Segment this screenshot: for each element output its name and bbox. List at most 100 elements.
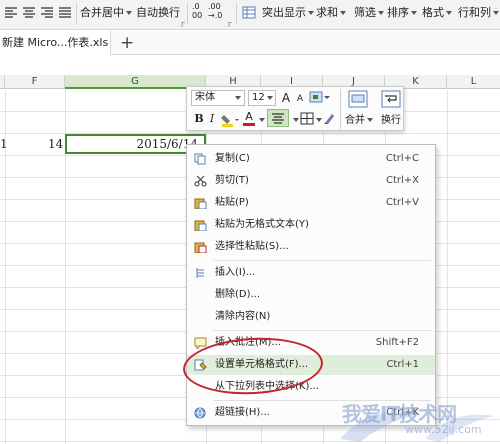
wrap-label: 换行 xyxy=(381,115,401,126)
font-size-value: 12 xyxy=(252,92,265,103)
column-header-l[interactable]: L xyxy=(447,75,500,89)
add-tab-button[interactable]: + xyxy=(120,33,134,53)
menu-item-shortcut: Ctrl+C xyxy=(385,153,419,164)
chevron-down-icon xyxy=(126,11,132,15)
italic-button[interactable]: I xyxy=(207,111,217,127)
menu-item-shortcut: Ctrl+1 xyxy=(386,359,419,370)
wrap-text-icon[interactable] xyxy=(381,90,401,108)
rows-cols-button[interactable]: 行和列 xyxy=(458,5,499,21)
grow-font-button[interactable]: A xyxy=(279,90,293,106)
font-name-value: 宋体 xyxy=(195,92,215,103)
chevron-down-icon xyxy=(308,11,314,15)
align-center-icon xyxy=(272,113,284,124)
chevron-down-icon[interactable] xyxy=(316,118,322,122)
menu-item-label: 选择性粘贴(S)... xyxy=(215,241,289,252)
decrease-decimal-button[interactable]: .00 →.0 xyxy=(208,2,223,20)
borders-icon[interactable] xyxy=(300,112,314,125)
tab-document[interactable]: 新建 Micro...作表.xls * xyxy=(0,31,111,55)
filter-label: 筛选 xyxy=(354,6,376,19)
rows-cols-label: 行和列 xyxy=(458,6,491,19)
sort-button[interactable]: 排序 xyxy=(387,5,417,21)
format-button[interactable]: 格式 xyxy=(422,5,452,21)
align-left-icon[interactable] xyxy=(4,6,18,19)
filter-button[interactable]: 筛选 xyxy=(354,5,384,21)
merge-label: 合并 xyxy=(345,115,365,126)
menu-item-label: 超链接(H)... xyxy=(215,407,270,418)
wrap-button[interactable]: 换行 xyxy=(378,113,404,129)
increase-decimal-button[interactable]: .0 00 xyxy=(192,2,202,20)
decrease-decimal-label-2: →.0 xyxy=(208,11,223,20)
cell-f-value[interactable]: 14 xyxy=(48,137,63,151)
copy-icon xyxy=(194,153,206,165)
chevron-down-icon xyxy=(411,11,417,15)
shrink-font-button[interactable]: A xyxy=(294,91,306,107)
column-header-g[interactable]: G xyxy=(65,75,206,89)
menu-item-cut[interactable]: 剪切(T) Ctrl+X xyxy=(187,171,435,191)
sum-label: 求和 xyxy=(316,6,338,19)
font-color-button[interactable]: A xyxy=(243,110,255,126)
align-center-button[interactable] xyxy=(267,109,289,127)
group-dialog-launcher[interactable]: Γ xyxy=(228,21,232,29)
menu-item-clear[interactable]: 清除内容(N) xyxy=(187,307,435,327)
distribute-icon[interactable] xyxy=(58,6,72,19)
document-tab-bar: 新建 Micro...作表.xls * + xyxy=(0,31,500,55)
ribbon-toolbar: 合并居中 自动换行 Γ .0 00 .00 →.0 Γ 突出显示 求和 筛选 排序 … xyxy=(0,0,500,30)
font-name-select[interactable]: 宋体 xyxy=(191,90,245,106)
fill-color-icon[interactable] xyxy=(221,113,241,127)
italic-label: I xyxy=(209,112,215,125)
highlight-label: 突出显示 xyxy=(262,6,306,19)
menu-item-paste-plain[interactable]: 粘贴为无格式文本(Y) xyxy=(187,215,435,235)
menu-item-label: 删除(D)... xyxy=(215,289,261,300)
paste-icon xyxy=(194,198,207,209)
menu-item-shortcut: Ctrl+X xyxy=(385,175,419,186)
decrease-decimal-label: .00 xyxy=(208,2,221,11)
chevron-down-icon xyxy=(235,96,241,100)
chevron-down-icon xyxy=(340,11,346,15)
wrap-text-label: 自动换行 xyxy=(136,6,180,19)
format-painter-icon[interactable] xyxy=(309,91,331,105)
paste-text-icon xyxy=(194,220,207,231)
watermark-url: www.52ij.com xyxy=(405,423,482,436)
chevron-down-icon[interactable] xyxy=(259,118,265,122)
menu-item-shortcut: Shift+F2 xyxy=(375,337,419,348)
menu-item-paste-special[interactable]: 选择性粘贴(S)... xyxy=(187,237,435,257)
separator xyxy=(187,3,188,25)
insert-icon xyxy=(196,268,204,278)
chevron-down-icon xyxy=(378,11,384,15)
menu-item-copy[interactable]: 复制(C) Ctrl+C xyxy=(187,149,435,169)
menu-item-label: 剪切(T) xyxy=(215,175,249,186)
merge-button[interactable]: 合并 xyxy=(342,113,376,129)
menu-item-shortcut: Ctrl+V xyxy=(385,197,419,208)
wrap-text-button[interactable]: 自动换行 xyxy=(136,5,180,21)
highlight-button[interactable]: 突出显示 xyxy=(262,5,314,21)
menu-item-label: 插入(I)... xyxy=(215,267,256,278)
formula-area xyxy=(0,55,500,75)
chevron-down-icon xyxy=(367,118,373,122)
merge-center-button[interactable]: 合并居中 xyxy=(80,5,132,21)
cell-e-value[interactable]: 1 xyxy=(0,137,8,151)
chevron-down-icon[interactable] xyxy=(293,118,299,122)
grid-line xyxy=(447,90,448,444)
table-style-icon[interactable] xyxy=(242,6,256,19)
menu-item-delete[interactable]: 删除(D)... xyxy=(187,285,435,305)
merge-center-label: 合并居中 xyxy=(80,6,124,19)
column-header-f[interactable]: F xyxy=(5,75,65,89)
menu-separator xyxy=(213,330,431,331)
sort-label: 排序 xyxy=(387,6,409,19)
chevron-down-icon xyxy=(493,11,499,15)
group-dialog-launcher[interactable]: Γ xyxy=(181,21,185,29)
merge-cells-icon[interactable] xyxy=(348,90,368,108)
bold-label: B xyxy=(194,112,204,125)
menu-item-insert[interactable]: 插入(I)... xyxy=(187,263,435,283)
font-size-select[interactable]: 12 xyxy=(248,90,276,106)
active-cell[interactable]: 2015/6/14 xyxy=(65,134,206,154)
align-center-icon[interactable] xyxy=(22,6,36,19)
align-right-icon[interactable] xyxy=(40,6,54,19)
bold-button[interactable]: B xyxy=(193,111,205,127)
format-brush-icon[interactable] xyxy=(323,112,336,125)
menu-item-paste[interactable]: 粘贴(P) Ctrl+V xyxy=(187,193,435,213)
grow-font-label: A xyxy=(281,91,291,105)
chevron-down-icon xyxy=(267,96,273,100)
sum-button[interactable]: 求和 xyxy=(316,5,346,21)
font-color-label: A xyxy=(245,110,253,123)
